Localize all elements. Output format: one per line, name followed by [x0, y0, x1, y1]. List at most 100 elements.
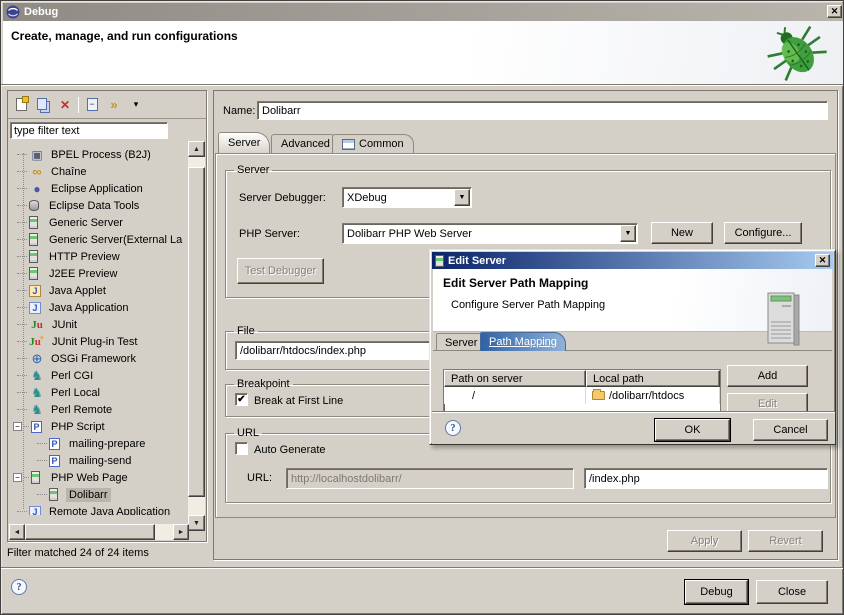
server-debugger-label: Server Debugger:	[239, 192, 326, 204]
tree-item[interactable]: −PHP Web Page	[9, 469, 193, 486]
tree-item[interactable]: JJava Applet	[9, 282, 193, 299]
tree-item[interactable]: HTTP Preview	[9, 248, 193, 265]
tree-item-selected[interactable]: Dolibarr	[9, 486, 193, 503]
dialog-titlebar[interactable]: Edit Server ✕	[432, 252, 833, 269]
new-configuration-icon[interactable]	[12, 96, 30, 113]
php-server-label: PHP Server:	[239, 228, 300, 240]
break-first-line-checkbox[interactable]: ✔	[235, 393, 248, 406]
configurations-sidebar: ✕ − » ▾ ▣BPEL Process (B2J) ∞Chaîne ●Ecl…	[7, 90, 207, 542]
server-debugger-combo[interactable]: XDebug ▼	[342, 187, 472, 208]
tree-item[interactable]: Ju✦JUnit Plug-in Test	[9, 333, 193, 350]
collapse-all-icon[interactable]: −	[83, 96, 101, 113]
column-header-local-path[interactable]: Local path	[586, 370, 720, 387]
breakpoint-group-legend: Breakpoint	[234, 378, 293, 390]
tree-item[interactable]: ●Eclipse Application	[9, 180, 193, 197]
help-icon[interactable]: ?	[445, 420, 461, 436]
tree-item[interactable]: ♞Perl Local	[9, 384, 193, 401]
tree-item[interactable]: ▣BPEL Process (B2J)	[9, 146, 193, 163]
tab-common[interactable]: Common	[332, 134, 414, 153]
tree-item[interactable]: Generic Server(External La	[9, 231, 193, 248]
table-row[interactable]: / /dolibarr/htdocs	[444, 387, 720, 404]
tree-item[interactable]: ⊕OSGi Framework	[9, 350, 193, 367]
chain-icon: ∞	[29, 165, 45, 179]
close-icon: ✕	[819, 255, 827, 266]
help-icon[interactable]: ?	[11, 579, 27, 595]
revert-button[interactable]: Revert	[748, 530, 823, 552]
tree-item[interactable]: ♞Perl CGI	[9, 367, 193, 384]
type-filter-input[interactable]	[10, 122, 168, 139]
debug-configurations-window: Debug ✕ Create, manage, and run configur…	[0, 0, 844, 615]
toolbar-menu-icon[interactable]: ▾	[127, 96, 145, 113]
column-header-path-on-server[interactable]: Path on server	[444, 370, 586, 387]
name-input[interactable]	[257, 101, 828, 120]
java-applet-icon: J	[29, 285, 41, 297]
tree-item[interactable]: Eclipse Data Tools	[9, 197, 193, 214]
cell-path-on-server: /	[444, 387, 586, 404]
server-icon	[49, 488, 58, 501]
eclipse-logo-icon	[6, 5, 20, 19]
tab-server[interactable]: Server	[218, 132, 270, 153]
dialog-button-bar: ? OK Cancel	[432, 411, 835, 444]
window-titlebar[interactable]: Debug	[3, 3, 843, 21]
tree-item[interactable]: ♞Perl Remote	[9, 401, 193, 418]
configure-server-button[interactable]: Configure...	[724, 222, 802, 244]
vertical-scroll-thumb[interactable]	[188, 167, 205, 497]
dialog-banner: Edit Server Path Mapping Configure Serve…	[433, 269, 832, 332]
close-button[interactable]: Close	[756, 580, 828, 604]
bug-icon	[759, 23, 831, 83]
test-debugger-button[interactable]: Test Debugger	[237, 258, 324, 284]
php-server-combo[interactable]: Dolibarr PHP Web Server ▼	[342, 223, 638, 244]
scroll-up-button[interactable]: ▲	[188, 141, 205, 157]
junit-plugin-icon: Ju✦	[29, 335, 45, 349]
apply-button[interactable]: Apply	[667, 530, 742, 552]
delete-configuration-icon[interactable]: ✕	[56, 96, 74, 113]
php-icon: P	[31, 421, 42, 433]
tree-item[interactable]: JJava Application	[9, 299, 193, 316]
tree-vertical-scrollbar[interactable]: ▲ ▼	[188, 141, 205, 531]
tree-item[interactable]: Pmailing-send	[9, 452, 193, 469]
ok-button[interactable]: OK	[655, 419, 730, 441]
banner-separator	[1, 84, 844, 86]
server-icon	[435, 255, 444, 267]
new-server-button[interactable]: New	[651, 222, 713, 244]
window-close-button[interactable]: ✕	[827, 5, 842, 18]
collapse-toggle[interactable]: −	[13, 473, 22, 482]
scroll-left-button[interactable]: ◄	[9, 524, 25, 540]
url-label: URL:	[247, 472, 272, 484]
toolbar-separator	[78, 97, 79, 113]
auto-generate-checkbox[interactable]	[235, 442, 248, 455]
horizontal-scroll-thumb[interactable]	[25, 524, 155, 540]
tree-item[interactable]: −PPHP Script	[9, 418, 193, 435]
duplicate-configuration-icon[interactable]	[34, 96, 52, 113]
footer-separator	[1, 567, 844, 569]
path-mapping-table[interactable]: Path on server Local path / /dolibarr/ht…	[443, 369, 721, 413]
tree-item[interactable]: Pmailing-prepare	[9, 435, 193, 452]
scroll-right-button[interactable]: ►	[173, 524, 189, 540]
tree-item[interactable]: ∞Chaîne	[9, 163, 193, 180]
tree-item[interactable]: J2EE Preview	[9, 265, 193, 282]
filter-status-text: Filter matched 24 of 24 items	[7, 547, 149, 559]
minus-glyph: −	[89, 99, 94, 109]
chevron-down-icon[interactable]: ▼	[620, 225, 636, 242]
scroll-down-button[interactable]: ▼	[188, 515, 205, 531]
collapse-toggle[interactable]: −	[13, 422, 22, 431]
dialog-tab-server[interactable]: Server	[436, 333, 486, 351]
cancel-button[interactable]: Cancel	[753, 419, 828, 441]
filter-icon[interactable]: »	[105, 96, 123, 113]
dialog-close-button[interactable]: ✕	[815, 254, 830, 267]
tab-advanced[interactable]: Advanced	[271, 134, 340, 153]
table-icon	[342, 139, 355, 150]
header-banner: Create, manage, and run configurations	[3, 21, 843, 84]
tree-item[interactable]: JRemote Java Application	[9, 503, 193, 515]
tree-horizontal-scrollbar[interactable]: ◄ ►	[9, 524, 189, 540]
tree-item[interactable]: Generic Server	[9, 214, 193, 231]
add-mapping-button[interactable]: Add	[727, 365, 808, 387]
close-icon: ✕	[831, 6, 839, 17]
server-tower-icon	[760, 291, 806, 347]
debug-button[interactable]: Debug	[685, 580, 748, 604]
chevron-down-icon[interactable]: ▼	[454, 189, 470, 206]
url-path-input[interactable]	[584, 468, 828, 489]
tree-item[interactable]: JuJUnit	[9, 316, 193, 333]
dialog-tab-path-mapping[interactable]: Path Mapping	[480, 332, 566, 351]
osgi-icon: ⊕	[29, 352, 45, 366]
